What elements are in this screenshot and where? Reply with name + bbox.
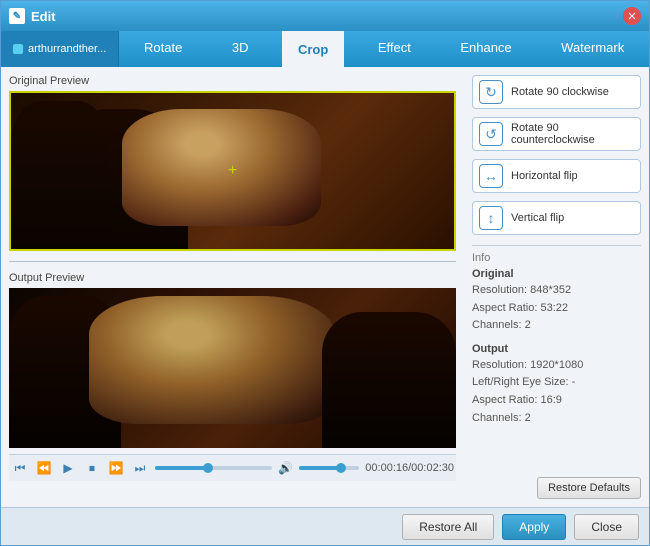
restore-all-button[interactable]: Restore All <box>402 514 494 540</box>
bottom-bar: Restore All Apply Close <box>1 507 649 545</box>
restore-defaults-wrapper: Restore Defaults <box>472 477 641 499</box>
figure-center <box>122 109 321 226</box>
flip-h-icon: ↔ <box>479 164 503 188</box>
flip-v-button[interactable]: ↕ Vertical flip <box>472 201 641 235</box>
preview-divider <box>9 261 456 262</box>
tab-enhance[interactable]: Enhance <box>444 31 527 67</box>
nav-tabs: Rotate 3D Crop Effect Enhance Watermark <box>119 31 649 67</box>
tab-watermark[interactable]: Watermark <box>545 31 640 67</box>
original-preview-section: Original Preview + <box>9 75 456 251</box>
output-channels: Channels: 2 <box>472 410 641 428</box>
skip-back-button[interactable]: ⏮ <box>11 459 29 477</box>
crosshair-icon: + <box>228 162 237 180</box>
original-video-scene: + <box>9 91 456 251</box>
content-area: Original Preview + Output Preview <box>1 67 649 507</box>
right-panel: ↻ Rotate 90 clockwise ↺ Rotate 90 counte… <box>464 67 649 507</box>
time-display: 00:00:16/00:02:30 <box>365 462 454 474</box>
title-bar: ✎ Edit ✕ <box>1 1 649 31</box>
output-figure-center <box>89 296 335 424</box>
tab-effect[interactable]: Effect <box>362 31 427 67</box>
restore-defaults-button[interactable]: Restore Defaults <box>537 477 641 499</box>
info-section: Info Original Resolution: 848*352 Aspect… <box>472 245 641 435</box>
file-tab[interactable]: arthurrandther... <box>1 31 119 67</box>
close-bottom-button[interactable]: Close <box>574 514 639 540</box>
output-info-group: Output Resolution: 1920*1080 Left/Right … <box>472 343 641 427</box>
flip-v-icon: ↕ <box>479 206 503 230</box>
step-back-button[interactable]: ⏪ <box>35 459 53 477</box>
output-video-frame <box>9 288 456 448</box>
volume-bar[interactable] <box>299 466 359 470</box>
file-tab-label: arthurrandther... <box>28 43 106 55</box>
step-forward-button[interactable]: ⏩ <box>107 459 125 477</box>
output-leftright: Left/Right Eye Size: - <box>472 374 641 392</box>
rotate-cw-icon: ↻ <box>479 80 503 104</box>
figure-right <box>11 101 108 249</box>
output-aspect: Aspect Ratio: 16:9 <box>472 392 641 410</box>
output-preview-section: Output Preview <box>9 272 456 448</box>
rotate-buttons-group: ↻ Rotate 90 clockwise ↺ Rotate 90 counte… <box>472 75 641 235</box>
stop-button[interactable]: ⏹ <box>83 459 101 477</box>
file-tab-icon <box>13 44 23 54</box>
flip-v-label: Vertical flip <box>511 212 564 224</box>
original-info-group: Original Resolution: 848*352 Aspect Rati… <box>472 268 641 335</box>
player-controls: ⏮ ⏪ ▶ ⏹ ⏩ ⏭ 🔊 00:00:16/00:02:30 <box>9 454 456 481</box>
output-figure-right <box>322 312 456 448</box>
tab-rotate[interactable]: Rotate <box>128 31 198 67</box>
tab-bar: arthurrandther... Rotate 3D Crop Effect … <box>1 31 649 67</box>
progress-bar[interactable] <box>155 466 272 470</box>
play-button[interactable]: ▶ <box>59 459 77 477</box>
left-panel: Original Preview + Output Preview <box>1 67 464 507</box>
rotate-cw-button[interactable]: ↻ Rotate 90 clockwise <box>472 75 641 109</box>
window-title: Edit <box>31 9 623 24</box>
original-aspect: Aspect Ratio: 53:22 <box>472 300 641 318</box>
close-button[interactable]: ✕ <box>623 7 641 25</box>
output-info-title: Output <box>472 343 641 355</box>
apply-button[interactable]: Apply <box>502 514 566 540</box>
tab-crop[interactable]: Crop <box>282 31 344 67</box>
original-info-title: Original <box>472 268 641 280</box>
app-icon: ✎ <box>9 8 25 24</box>
original-channels: Channels: 2 <box>472 317 641 335</box>
volume-icon[interactable]: 🔊 <box>278 461 293 475</box>
rotate-ccw-button[interactable]: ↺ Rotate 90 counterclockwise <box>472 117 641 151</box>
rotate-cw-label: Rotate 90 clockwise <box>511 86 609 98</box>
main-window: ✎ Edit ✕ arthurrandther... Rotate 3D Cro… <box>0 0 650 546</box>
progress-fill <box>155 466 208 470</box>
flip-h-label: Horizontal flip <box>511 170 578 182</box>
volume-thumb[interactable] <box>336 463 346 473</box>
flip-h-button[interactable]: ↔ Horizontal flip <box>472 159 641 193</box>
output-video-scene <box>9 288 456 448</box>
rotate-ccw-icon: ↺ <box>479 122 503 146</box>
skip-forward-button[interactable]: ⏭ <box>131 459 149 477</box>
tab-3d[interactable]: 3D <box>216 31 265 67</box>
progress-thumb[interactable] <box>203 463 213 473</box>
rotate-ccw-label: Rotate 90 counterclockwise <box>511 122 634 146</box>
original-resolution: Resolution: 848*352 <box>472 282 641 300</box>
original-preview-label: Original Preview <box>9 75 456 87</box>
volume-fill <box>299 466 341 470</box>
output-preview-label: Output Preview <box>9 272 456 284</box>
output-resolution: Resolution: 1920*1080 <box>472 357 641 375</box>
info-title: Info <box>472 252 641 264</box>
original-video-frame: + <box>9 91 456 251</box>
